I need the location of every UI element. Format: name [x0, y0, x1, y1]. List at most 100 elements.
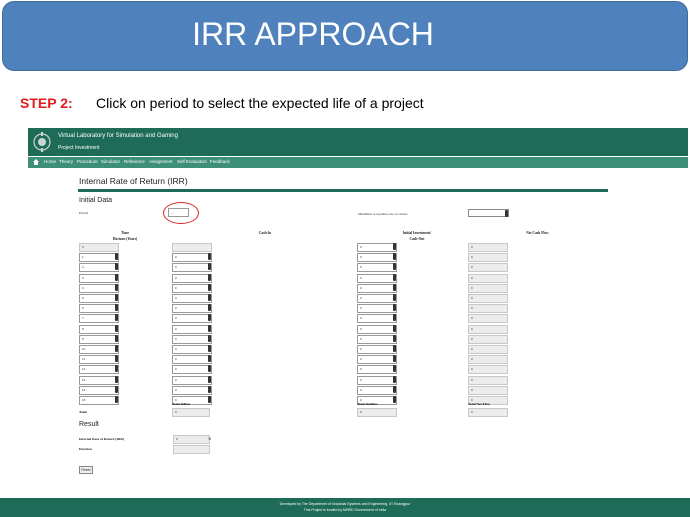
spinner-icon[interactable] [208, 263, 211, 271]
cash-in-input[interactable]: 0 [172, 283, 212, 293]
cash-out-input[interactable]: 0 [357, 385, 397, 395]
spinner-icon[interactable] [393, 243, 396, 250]
year-input[interactable]: 6 [79, 304, 119, 314]
spinner-icon[interactable] [208, 294, 211, 301]
cash-in-input[interactable]: 0 [172, 385, 212, 395]
spinner-icon[interactable] [115, 273, 118, 281]
cash-in-input[interactable]: 0 [172, 273, 212, 283]
spinner-icon[interactable] [115, 375, 118, 383]
nav-home[interactable]: Home [44, 159, 56, 164]
spinner-icon[interactable] [115, 283, 118, 291]
nav-theory[interactable]: Theory [59, 159, 73, 164]
year-input[interactable]: 12 [79, 365, 119, 375]
spinner-icon[interactable] [393, 314, 396, 322]
year-input[interactable]: 7 [79, 314, 119, 324]
cash-out-input[interactable]: 0 [357, 324, 397, 334]
spinner-icon[interactable] [393, 385, 396, 393]
year-input[interactable]: 1 [79, 253, 119, 263]
spinner-icon[interactable] [208, 345, 211, 352]
year-input[interactable]: 8 [79, 324, 119, 334]
spinner-icon[interactable] [208, 396, 211, 403]
spinner-icon[interactable] [208, 334, 211, 342]
spinner-icon[interactable] [393, 273, 396, 281]
spinner-icon[interactable] [208, 324, 211, 332]
year-input[interactable]: 13 [79, 375, 119, 385]
spinner-icon[interactable] [115, 355, 118, 363]
cash-out-input[interactable]: 0 [357, 304, 397, 314]
spinner-icon[interactable] [393, 334, 396, 342]
cash-in-input[interactable]: 0 [172, 355, 212, 365]
spinner-icon[interactable] [393, 365, 396, 373]
spinner-icon[interactable] [115, 263, 118, 271]
spinner-icon[interactable] [393, 355, 396, 363]
spinner-icon[interactable] [115, 345, 118, 352]
nav-feedback[interactable]: Feedback [210, 159, 230, 164]
nav-procedure[interactable]: Procedure [77, 159, 98, 164]
spinner-icon[interactable] [393, 263, 396, 271]
cash-out-input[interactable]: 0 [357, 334, 397, 344]
year-input[interactable]: 4 [79, 283, 119, 293]
spinner-icon[interactable] [115, 385, 118, 393]
cash-in-input[interactable]: 0 [172, 314, 212, 324]
cash-out-input[interactable]: 0 [357, 355, 397, 365]
cash-in-input[interactable]: 0 [172, 294, 212, 303]
nav-reference[interactable]: Reference [124, 159, 145, 164]
cash-out-input[interactable]: 0 [357, 375, 397, 385]
spinner-icon[interactable] [393, 375, 396, 383]
year-input[interactable]: 5 [79, 294, 119, 303]
cash-out-input[interactable]: 0 [357, 294, 397, 303]
year-input[interactable]: 10 [79, 345, 119, 354]
spinner-icon[interactable] [393, 294, 396, 301]
cash-out-input[interactable]: 0 [357, 273, 397, 283]
cash-out-input[interactable]: 0 [357, 263, 397, 273]
cash-out-input[interactable]: 0 [357, 283, 397, 293]
spinner-icon[interactable] [115, 334, 118, 342]
cash-in-input[interactable]: 0 [172, 345, 212, 354]
spinner-icon[interactable] [115, 304, 118, 312]
cash-in-input[interactable]: 0 [172, 334, 212, 344]
spinner-icon[interactable] [115, 396, 118, 403]
cash-out-input[interactable]: 0 [357, 365, 397, 375]
spinner-icon[interactable] [393, 345, 396, 352]
cash-in-input[interactable]: 0 [172, 253, 212, 263]
cash-in-input[interactable]: 0 [172, 263, 212, 273]
year-input[interactable]: 3 [79, 273, 119, 283]
cash-in-input[interactable]: 0 [172, 365, 212, 375]
spinner-icon[interactable] [115, 253, 118, 261]
nav-self-evaluation[interactable]: Self Evaluation [177, 159, 207, 164]
spinner-icon[interactable] [393, 283, 396, 291]
cash-in-input[interactable]: 0 [172, 324, 212, 334]
spinner-icon[interactable] [393, 324, 396, 332]
home-icon[interactable] [33, 159, 39, 165]
spinner-icon[interactable] [208, 253, 211, 261]
year-input[interactable]: 9 [79, 334, 119, 344]
spinner-icon[interactable] [208, 355, 211, 363]
year-input[interactable]: 11 [79, 355, 119, 365]
spinner-icon[interactable] [208, 314, 211, 322]
spinner-icon[interactable] [208, 375, 211, 383]
cash-out-input[interactable]: 0 [357, 243, 397, 252]
year-input[interactable]: 2 [79, 263, 119, 273]
spinner-icon[interactable] [208, 273, 211, 281]
spinner-icon[interactable] [393, 253, 396, 261]
spinner-icon[interactable] [115, 365, 118, 373]
reset-button[interactable]: Reset [79, 466, 93, 474]
cash-out-input[interactable]: 0 [357, 345, 397, 354]
spinner-icon[interactable] [115, 314, 118, 322]
year-input[interactable]: 15 [79, 396, 119, 405]
spinner-icon[interactable] [393, 304, 396, 312]
cash-out-input[interactable]: 0 [357, 253, 397, 263]
year-input[interactable]: 14 [79, 385, 119, 395]
spinner-icon[interactable] [208, 385, 211, 393]
spinner-icon[interactable] [393, 396, 396, 403]
nav-assignment[interactable]: Assignment [149, 159, 173, 164]
nav-simulator[interactable]: Simulator [101, 159, 120, 164]
spinner-icon[interactable] [115, 294, 118, 301]
cash-in-input[interactable]: 0 [172, 304, 212, 314]
cash-in-input[interactable]: 0 [172, 375, 212, 385]
spinner-icon[interactable] [505, 210, 508, 217]
spinner-icon[interactable] [208, 283, 211, 291]
spinner-icon[interactable] [115, 324, 118, 332]
spinner-icon[interactable] [208, 304, 211, 312]
min-rate-input[interactable] [468, 209, 509, 217]
